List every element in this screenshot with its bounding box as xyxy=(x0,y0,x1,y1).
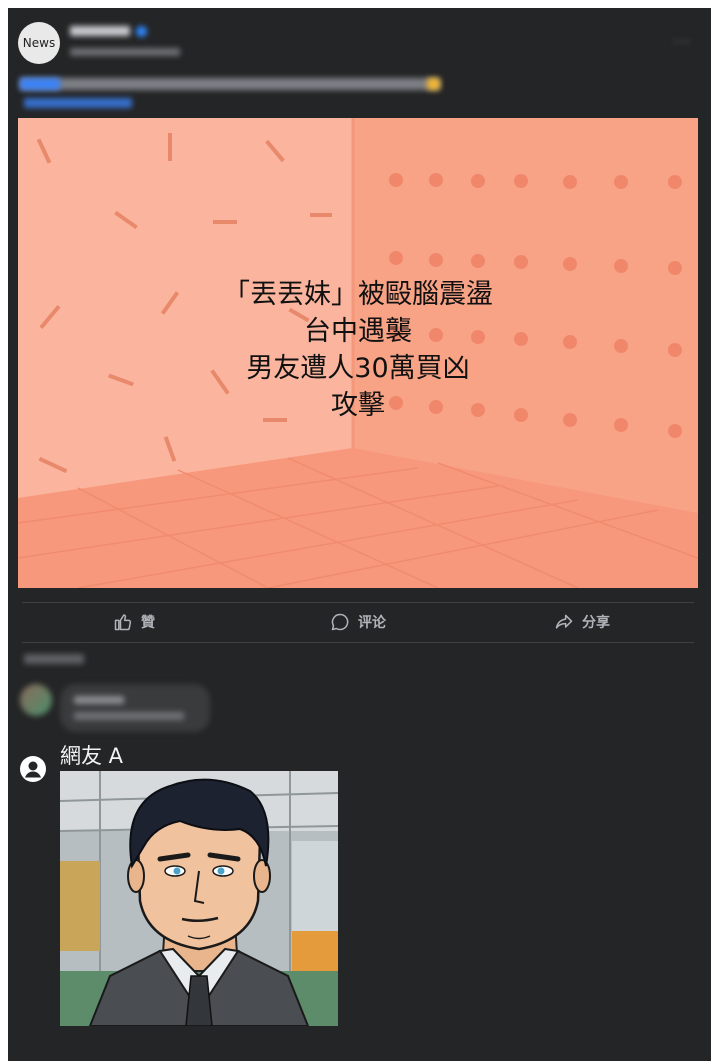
share-button[interactable]: 分享 xyxy=(470,605,694,639)
action-bar: 贊 评论 分享 xyxy=(22,605,694,639)
share-label: 分享 xyxy=(582,615,610,631)
post-meta-redacted xyxy=(70,48,180,56)
reply-author-name[interactable]: 網友 A xyxy=(60,740,123,770)
image-headline: 「丟丟妹」被毆腦震盪 台中遇襲 男友遭人30萬買凶 攻擊 xyxy=(18,276,698,424)
page-name-redacted[interactable] xyxy=(70,26,130,36)
caption-link-redacted[interactable] xyxy=(24,98,132,108)
page-avatar-text: News xyxy=(22,36,56,50)
caption-hashtag-redacted[interactable] xyxy=(20,78,60,90)
comment-redacted xyxy=(18,684,218,734)
thumbs-up-icon xyxy=(114,614,132,631)
commenter-avatar xyxy=(20,684,52,716)
comment-icon xyxy=(331,613,349,631)
post-header: News ··· xyxy=(8,8,711,120)
divider-bottom xyxy=(22,642,694,643)
page-avatar[interactable]: News xyxy=(18,22,60,64)
comment-text-redacted xyxy=(74,712,184,720)
post-card: News ··· 「丟丟妹」被毆腦震盪 台中遇襲 男友遭人30萬買凶 攻擊 贊 … xyxy=(8,8,711,1061)
caption-line-redacted xyxy=(20,78,440,90)
verified-badge-icon xyxy=(136,26,147,37)
more-horizontal-icon[interactable]: ··· xyxy=(673,32,691,51)
commenter-name-redacted xyxy=(74,696,124,704)
share-icon xyxy=(555,614,573,629)
cartoon-portrait xyxy=(60,771,338,1026)
comment-sort-redacted[interactable] xyxy=(24,654,84,664)
post-image[interactable]: 「丟丟妹」被毆腦震盪 台中遇襲 男友遭人30萬買凶 攻擊 xyxy=(18,118,698,588)
comment-bubble xyxy=(60,684,210,732)
headline-line-1: 「丟丟妹」被毆腦震盪 xyxy=(223,279,493,310)
comment-label: 评论 xyxy=(358,615,386,631)
headline-line-3: 男友遭人30萬買凶 xyxy=(246,353,470,384)
caption-emoji xyxy=(427,78,440,90)
user-circle-icon xyxy=(20,756,46,782)
headline-line-2: 台中遇襲 xyxy=(304,316,412,347)
divider-top xyxy=(22,602,694,603)
comment-button[interactable]: 评论 xyxy=(246,605,470,639)
reply-image[interactable] xyxy=(60,771,338,1026)
like-label: 贊 xyxy=(141,615,155,631)
headline-line-4: 攻擊 xyxy=(331,390,385,421)
like-button[interactable]: 贊 xyxy=(22,605,246,639)
